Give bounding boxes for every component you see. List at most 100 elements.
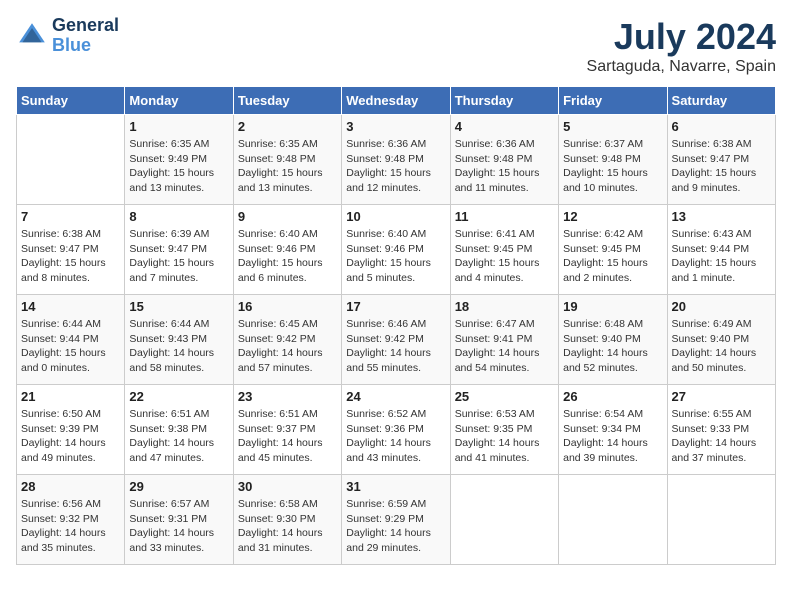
calendar-cell: 21 Sunrise: 6:50 AM Sunset: 9:39 PM Dayli… — [17, 385, 125, 475]
day-info: Sunrise: 6:36 AM Sunset: 9:48 PM Dayligh… — [346, 137, 445, 196]
day-number: 20 — [672, 299, 771, 314]
day-number: 22 — [129, 389, 228, 404]
calendar-cell: 5 Sunrise: 6:37 AM Sunset: 9:48 PM Daylig… — [559, 115, 667, 205]
calendar-cell: 20Sunrise: 6:49 AM Sunset: 9:40 PM Dayli… — [667, 295, 775, 385]
calendar-cell: 29Sunrise: 6:57 AM Sunset: 9:31 PM Dayli… — [125, 475, 233, 565]
weekday-header: Wednesday — [342, 87, 450, 115]
weekday-header: Tuesday — [233, 87, 341, 115]
weekday-header: Friday — [559, 87, 667, 115]
day-number: 18 — [455, 299, 554, 314]
day-number: 26 — [563, 389, 662, 404]
calendar-week-row: 14 Sunrise: 6:44 AM Sunset: 9:44 PM Dayli… — [17, 295, 776, 385]
logo-line1: General — [52, 16, 119, 36]
weekday-header: Saturday — [667, 87, 775, 115]
calendar-week-row: 7 Sunrise: 6:38 AM Sunset: 9:47 PM Daylig… — [17, 205, 776, 295]
calendar-cell: 28 Sunrise: 6:56 AM Sunset: 9:32 PM Dayli… — [17, 475, 125, 565]
day-info: Sunrise: 6:44 AM Sunset: 9:43 PM Dayligh… — [129, 317, 228, 376]
day-number: 31 — [346, 479, 445, 494]
day-number: 4 — [455, 119, 554, 134]
calendar-cell: 31 Sunrise: 6:59 AM Sunset: 9:29 PM Dayli… — [342, 475, 450, 565]
day-number: 28 — [21, 479, 120, 494]
calendar-cell: 11 Sunrise: 6:41 AM Sunset: 9:45 PM Dayli… — [450, 205, 558, 295]
day-info: Sunrise: 6:41 AM Sunset: 9:45 PM Dayligh… — [455, 227, 554, 286]
weekday-header: Thursday — [450, 87, 558, 115]
calendar-cell: 26Sunrise: 6:54 AM Sunset: 9:34 PM Dayli… — [559, 385, 667, 475]
calendar-cell: 15Sunrise: 6:44 AM Sunset: 9:43 PM Dayli… — [125, 295, 233, 385]
day-info: Sunrise: 6:43 AM Sunset: 9:44 PM Dayligh… — [672, 227, 771, 286]
day-info: Sunrise: 6:45 AM Sunset: 9:42 PM Dayligh… — [238, 317, 337, 376]
day-number: 25 — [455, 389, 554, 404]
day-info: Sunrise: 6:51 AM Sunset: 9:38 PM Dayligh… — [129, 407, 228, 466]
calendar-cell: 23 Sunrise: 6:51 AM Sunset: 9:37 PM Dayli… — [233, 385, 341, 475]
calendar-cell: 8 Sunrise: 6:39 AM Sunset: 9:47 PM Daylig… — [125, 205, 233, 295]
logo-line2: Blue — [52, 36, 119, 56]
day-number: 16 — [238, 299, 337, 314]
day-info: Sunrise: 6:40 AM Sunset: 9:46 PM Dayligh… — [238, 227, 337, 286]
day-info: Sunrise: 6:58 AM Sunset: 9:30 PM Dayligh… — [238, 497, 337, 556]
day-info: Sunrise: 6:56 AM Sunset: 9:32 PM Dayligh… — [21, 497, 120, 556]
day-info: Sunrise: 6:37 AM Sunset: 9:48 PM Dayligh… — [563, 137, 662, 196]
day-number: 27 — [672, 389, 771, 404]
calendar-cell — [17, 115, 125, 205]
calendar-cell: 4 Sunrise: 6:36 AM Sunset: 9:48 PM Daylig… — [450, 115, 558, 205]
title-section: July 2024 Sartaguda, Navarre, Spain — [587, 16, 776, 76]
calendar-cell: 1 Sunrise: 6:35 AM Sunset: 9:49 PM Daylig… — [125, 115, 233, 205]
day-info: Sunrise: 6:52 AM Sunset: 9:36 PM Dayligh… — [346, 407, 445, 466]
day-info: Sunrise: 6:50 AM Sunset: 9:39 PM Dayligh… — [21, 407, 120, 466]
calendar-cell: 24 Sunrise: 6:52 AM Sunset: 9:36 PM Dayli… — [342, 385, 450, 475]
day-number: 6 — [672, 119, 771, 134]
day-info: Sunrise: 6:57 AM Sunset: 9:31 PM Dayligh… — [129, 497, 228, 556]
day-info: Sunrise: 6:51 AM Sunset: 9:37 PM Dayligh… — [238, 407, 337, 466]
page-header: General Blue July 2024 Sartaguda, Navarr… — [16, 16, 776, 76]
day-info: Sunrise: 6:53 AM Sunset: 9:35 PM Dayligh… — [455, 407, 554, 466]
day-number: 14 — [21, 299, 120, 314]
day-info: Sunrise: 6:48 AM Sunset: 9:40 PM Dayligh… — [563, 317, 662, 376]
calendar-cell: 2 Sunrise: 6:35 AM Sunset: 9:48 PM Daylig… — [233, 115, 341, 205]
day-info: Sunrise: 6:38 AM Sunset: 9:47 PM Dayligh… — [21, 227, 120, 286]
calendar-cell: 16 Sunrise: 6:45 AM Sunset: 9:42 PM Dayli… — [233, 295, 341, 385]
day-number: 23 — [238, 389, 337, 404]
day-number: 24 — [346, 389, 445, 404]
calendar-header-row: SundayMondayTuesdayWednesdayThursdayFrid… — [17, 87, 776, 115]
logo: General Blue — [16, 16, 119, 56]
location: Sartaguda, Navarre, Spain — [587, 58, 776, 76]
weekday-header: Monday — [125, 87, 233, 115]
calendar-table: SundayMondayTuesdayWednesdayThursdayFrid… — [16, 86, 776, 565]
calendar-cell: 6Sunrise: 6:38 AM Sunset: 9:47 PM Daylig… — [667, 115, 775, 205]
calendar-cell — [450, 475, 558, 565]
day-number: 8 — [129, 209, 228, 224]
day-number: 5 — [563, 119, 662, 134]
day-info: Sunrise: 6:36 AM Sunset: 9:48 PM Dayligh… — [455, 137, 554, 196]
calendar-week-row: 1 Sunrise: 6:35 AM Sunset: 9:49 PM Daylig… — [17, 115, 776, 205]
day-info: Sunrise: 6:39 AM Sunset: 9:47 PM Dayligh… — [129, 227, 228, 286]
calendar-cell — [559, 475, 667, 565]
day-info: Sunrise: 6:35 AM Sunset: 9:48 PM Dayligh… — [238, 137, 337, 196]
calendar-cell: 14 Sunrise: 6:44 AM Sunset: 9:44 PM Dayli… — [17, 295, 125, 385]
month-year: July 2024 — [587, 16, 776, 58]
day-info: Sunrise: 6:47 AM Sunset: 9:41 PM Dayligh… — [455, 317, 554, 376]
day-number: 7 — [21, 209, 120, 224]
calendar-cell: 9Sunrise: 6:40 AM Sunset: 9:46 PM Daylig… — [233, 205, 341, 295]
day-info: Sunrise: 6:42 AM Sunset: 9:45 PM Dayligh… — [563, 227, 662, 286]
day-number: 11 — [455, 209, 554, 224]
day-info: Sunrise: 6:35 AM Sunset: 9:49 PM Dayligh… — [129, 137, 228, 196]
weekday-header: Sunday — [17, 87, 125, 115]
day-number: 3 — [346, 119, 445, 134]
day-number: 2 — [238, 119, 337, 134]
day-number: 1 — [129, 119, 228, 134]
day-number: 10 — [346, 209, 445, 224]
day-info: Sunrise: 6:46 AM Sunset: 9:42 PM Dayligh… — [346, 317, 445, 376]
calendar-cell: 30 Sunrise: 6:58 AM Sunset: 9:30 PM Dayli… — [233, 475, 341, 565]
day-info: Sunrise: 6:44 AM Sunset: 9:44 PM Dayligh… — [21, 317, 120, 376]
calendar-cell: 27Sunrise: 6:55 AM Sunset: 9:33 PM Dayli… — [667, 385, 775, 475]
day-number: 30 — [238, 479, 337, 494]
day-number: 21 — [21, 389, 120, 404]
logo-icon — [16, 20, 48, 52]
day-number: 13 — [672, 209, 771, 224]
calendar-week-row: 21 Sunrise: 6:50 AM Sunset: 9:39 PM Dayli… — [17, 385, 776, 475]
calendar-cell: 19Sunrise: 6:48 AM Sunset: 9:40 PM Dayli… — [559, 295, 667, 385]
day-info: Sunrise: 6:59 AM Sunset: 9:29 PM Dayligh… — [346, 497, 445, 556]
calendar-cell: 12Sunrise: 6:42 AM Sunset: 9:45 PM Dayli… — [559, 205, 667, 295]
calendar-cell: 25 Sunrise: 6:53 AM Sunset: 9:35 PM Dayli… — [450, 385, 558, 475]
calendar-cell: 3 Sunrise: 6:36 AM Sunset: 9:48 PM Daylig… — [342, 115, 450, 205]
